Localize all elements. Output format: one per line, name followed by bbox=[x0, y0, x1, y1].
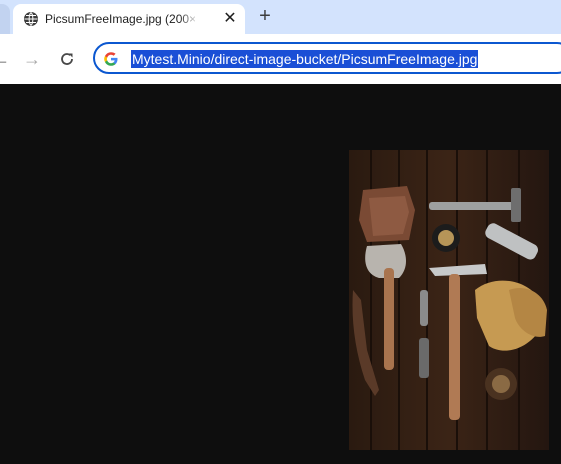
globe-icon bbox=[24, 12, 38, 26]
plus-icon[interactable]: + bbox=[255, 6, 275, 26]
browser-toolbar: ← → Mytest.Minio/direct-image-bucket/Pic… bbox=[0, 34, 561, 84]
url-text[interactable]: Mytest.Minio/direct-image-bucket/PicsumF… bbox=[131, 50, 479, 68]
tab-title: PicsumFreeImage.jpg (200×300) bbox=[45, 12, 195, 26]
close-icon[interactable]: ✕ bbox=[221, 10, 239, 28]
active-tab[interactable]: PicsumFreeImage.jpg (200×300) ✕ bbox=[13, 4, 245, 34]
address-bar[interactable]: Mytest.Minio/direct-image-bucket/PicsumF… bbox=[93, 42, 561, 74]
arrow-right-icon[interactable]: → bbox=[22, 49, 42, 69]
tab-title-fade bbox=[179, 4, 199, 34]
tab-strip: PicsumFreeImage.jpg (200×300) ✕ + bbox=[0, 0, 561, 34]
google-icon bbox=[104, 52, 118, 66]
reload-icon[interactable] bbox=[57, 49, 77, 69]
page-content bbox=[0, 84, 561, 464]
arrow-left-icon[interactable]: ← bbox=[0, 49, 12, 69]
tools-photo bbox=[349, 150, 549, 450]
previous-tab[interactable] bbox=[0, 4, 10, 34]
